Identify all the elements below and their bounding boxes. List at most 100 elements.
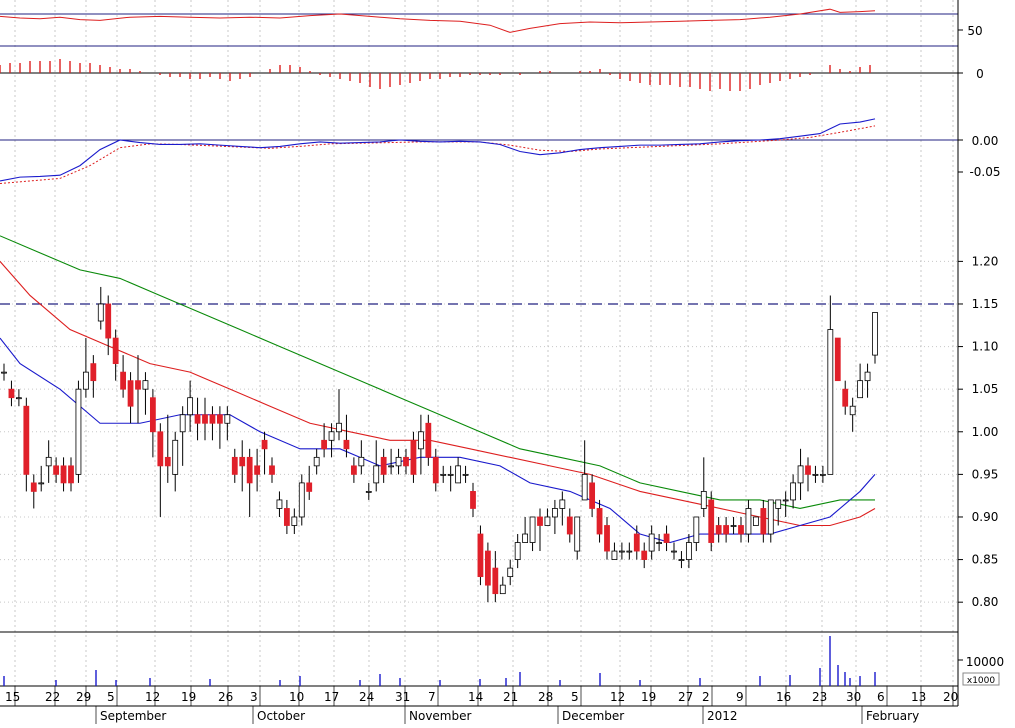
candle-body	[551, 508, 558, 518]
candle-body	[842, 388, 849, 407]
candle-body	[589, 482, 596, 509]
candle-body	[514, 542, 521, 560]
candle-body	[641, 550, 648, 560]
price-tick-label: 1.10	[972, 340, 999, 354]
candle-body	[805, 465, 811, 475]
x-date-label: 6	[877, 690, 885, 704]
x-date-label: 5	[107, 690, 115, 704]
candle-body	[105, 303, 112, 339]
candle-body	[626, 550, 633, 553]
candle-body	[261, 439, 268, 450]
candle-body	[611, 550, 618, 560]
candle-body	[432, 456, 439, 484]
candle-body	[723, 525, 730, 535]
candle-body	[790, 482, 797, 501]
price-tick-label: 0.80	[972, 595, 999, 609]
candle-body	[403, 456, 409, 467]
candle-body	[179, 414, 186, 433]
x-date-label: 15	[5, 690, 20, 704]
candle-body	[574, 516, 581, 552]
candle-body	[522, 533, 529, 543]
candle-body	[82, 371, 89, 390]
candle-body	[693, 516, 700, 543]
x-date-label: 28	[538, 690, 553, 704]
candle-body	[216, 414, 223, 424]
candle-body	[90, 363, 97, 382]
x-date-label: 12	[145, 690, 160, 704]
candle-body	[499, 584, 506, 595]
candle-body	[819, 473, 826, 476]
x-date-label: 31	[395, 690, 410, 704]
x-date-label: 27	[678, 690, 693, 704]
x-date-label: 9	[736, 690, 744, 704]
candle-body	[45, 456, 52, 467]
candle-body	[566, 516, 573, 535]
candle-body	[685, 542, 692, 560]
candle-body	[172, 439, 179, 475]
x-date-label: 20	[943, 690, 958, 704]
candle-body	[120, 371, 127, 390]
candle-body	[477, 533, 484, 578]
price-tick-label: 0.90	[972, 510, 999, 524]
candle-body	[135, 380, 141, 390]
price-tick-label: 1.15	[972, 297, 999, 311]
candle-body	[544, 516, 551, 526]
candle-body	[484, 550, 491, 586]
candle-body	[231, 456, 238, 475]
macd-tick-label: 0.00	[972, 134, 999, 148]
candle-body	[782, 499, 789, 502]
candle-body	[633, 533, 640, 552]
candle-body	[202, 414, 208, 424]
candle-body	[596, 508, 603, 535]
candle-body	[797, 465, 804, 484]
candle-body	[239, 456, 246, 467]
candle-body	[648, 533, 655, 552]
month-label: February	[866, 709, 919, 723]
candle-body	[149, 397, 156, 433]
candle-body	[291, 516, 298, 526]
candle-body	[328, 431, 335, 441]
candle-body	[767, 499, 774, 535]
candle-body	[834, 337, 841, 382]
candle-body	[618, 550, 625, 553]
candle-body	[358, 456, 365, 467]
x-date-label: 7	[428, 690, 436, 704]
month-label: 2012	[707, 709, 738, 723]
candle-body	[775, 499, 782, 509]
candle-body	[365, 491, 372, 493]
x-date-label: 22	[45, 690, 60, 704]
candle-body	[700, 491, 707, 509]
x-date-label: 3	[250, 690, 258, 704]
candle-body	[462, 473, 469, 476]
candle-body	[745, 508, 752, 535]
candle-body	[283, 508, 290, 526]
candle-body	[738, 525, 744, 535]
x-date-label: 14	[468, 690, 483, 704]
x-date-label: 16	[776, 690, 791, 704]
candle-body	[812, 473, 819, 476]
candle-body	[849, 405, 856, 416]
candle-body	[507, 567, 514, 578]
candle-body	[492, 567, 499, 595]
candle-body	[187, 397, 194, 416]
candle-body	[663, 533, 670, 543]
month-label: December	[562, 709, 624, 723]
background	[0, 0, 1015, 724]
candle-body	[678, 559, 685, 561]
x-date-label: 19	[641, 690, 656, 704]
candle-body	[254, 465, 261, 475]
month-label: November	[409, 709, 471, 723]
candle-body	[857, 380, 864, 399]
candle-body	[75, 388, 82, 475]
unit-label: x1000	[967, 676, 996, 686]
candle-body	[752, 516, 759, 526]
candle-body	[343, 439, 350, 450]
price-tick-label: 1.05	[972, 382, 999, 396]
candle-body	[529, 516, 536, 543]
candle-body	[1, 371, 7, 374]
candle-body	[38, 482, 45, 485]
candle-body	[142, 380, 149, 390]
candle-body	[559, 499, 566, 509]
candle-body	[872, 312, 878, 356]
candle-body	[321, 439, 328, 450]
